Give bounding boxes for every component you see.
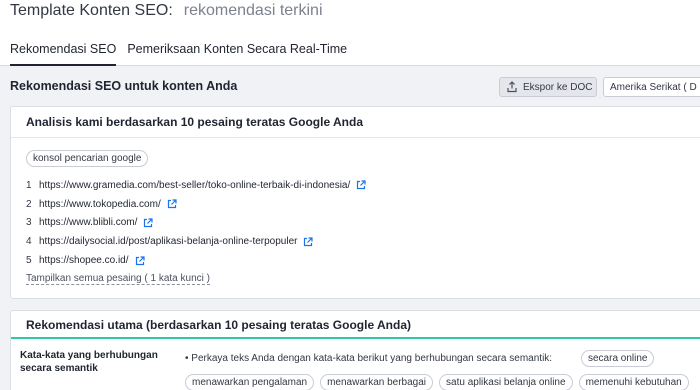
top-bar: Template Konten SEO: rekomendasi terkini… (0, 0, 700, 66)
competitor-link[interactable]: https://www.blibli.com/ (39, 217, 137, 228)
external-link-icon[interactable] (135, 255, 145, 266)
external-link-icon[interactable] (143, 218, 153, 228)
tab-rekomendasi-seo[interactable]: Rekomendasi SEO (10, 36, 117, 66)
semantic-word-pill[interactable]: secara online (581, 350, 655, 367)
competitor-rank: 4 (26, 236, 32, 248)
tab-pemeriksaan-konten[interactable]: Pemeriksaan Konten Secara Real-Time (127, 36, 347, 66)
competitor-rank: 5 (26, 255, 32, 267)
competitor-analysis-card: Analisis kami berdasarkan 10 pesaing ter… (10, 106, 700, 299)
show-all-competitors-link[interactable]: Tampilkan semua pesaing ( 1 kata kunci ) (26, 273, 210, 285)
list-item: 2 https://www.tokopedia.com/ (26, 195, 366, 214)
external-link-icon[interactable] (356, 180, 366, 190)
page-subtitle: rekomendasi terkini (183, 2, 323, 19)
main-recommendations-card: Rekomendasi utama (berdasarkan 10 pesain… (10, 310, 700, 390)
semantic-word-pill[interactable]: menawarkan pengalaman (185, 374, 315, 390)
semantic-word-pill[interactable]: satu aplikasi belanja online (439, 374, 573, 390)
page-title: Template Konten SEO: (10, 2, 173, 19)
analysis-title: Analisis kami berdasarkan 10 pesaing ter… (26, 115, 364, 129)
keyword-pill[interactable]: konsol pencarian google (26, 150, 149, 167)
semantic-word-pill[interactable]: memenuhi kebutuhan (578, 374, 689, 390)
semantic-words-text: • Perkaya teks Anda dengan kata-kata ber… (185, 353, 553, 364)
competitor-rank: 1 (26, 179, 32, 191)
external-link-icon[interactable] (303, 237, 314, 247)
competitor-rank: 3 (26, 217, 32, 229)
title-row: Template Konten SEO: rekomendasi terkini (10, 2, 323, 20)
list-item: 5 https://shopee.co.id/ (26, 251, 366, 270)
semantic-words-label: Kata-kata yang berhubungan secara semant… (20, 350, 158, 374)
semantic-word-list: menawarkan pengalaman menawarkan berbaga… (185, 374, 689, 390)
export-label: Ekspor ke DOC (523, 81, 593, 93)
section-title: Rekomendasi SEO untuk konten Anda (10, 79, 238, 93)
country-select[interactable]: Amerika Serikat ( D (603, 77, 700, 97)
accent-line (11, 337, 700, 339)
export-icon (506, 81, 518, 93)
competitor-link[interactable]: https://www.tokopedia.com/ (39, 199, 161, 210)
export-doc-button[interactable]: Ekspor ke DOC (499, 77, 597, 97)
list-item: 4 https://dailysocial.id/post/aplikasi-b… (26, 232, 366, 251)
list-item: 3 https://www.blibli.com/ (26, 214, 366, 233)
tab-bar: Rekomendasi SEO Pemeriksaan Konten Secar… (0, 36, 700, 66)
competitor-link[interactable]: https://dailysocial.id/post/aplikasi-bel… (39, 236, 297, 247)
competitor-link[interactable]: https://shopee.co.id/ (39, 255, 129, 266)
competitor-rank: 2 (26, 198, 32, 210)
semantic-word-pill[interactable]: menawarkan berbagai (320, 374, 434, 390)
list-item: 1 https://www.gramedia.com/best-seller/t… (26, 176, 366, 195)
recommendations-title: Rekomendasi utama (berdasarkan 10 pesain… (26, 318, 412, 332)
divider (11, 137, 700, 138)
competitor-list: 1 https://www.gramedia.com/best-seller/t… (26, 176, 366, 270)
external-link-icon[interactable] (167, 199, 177, 209)
competitor-link[interactable]: https://www.gramedia.com/best-seller/tok… (39, 180, 350, 191)
